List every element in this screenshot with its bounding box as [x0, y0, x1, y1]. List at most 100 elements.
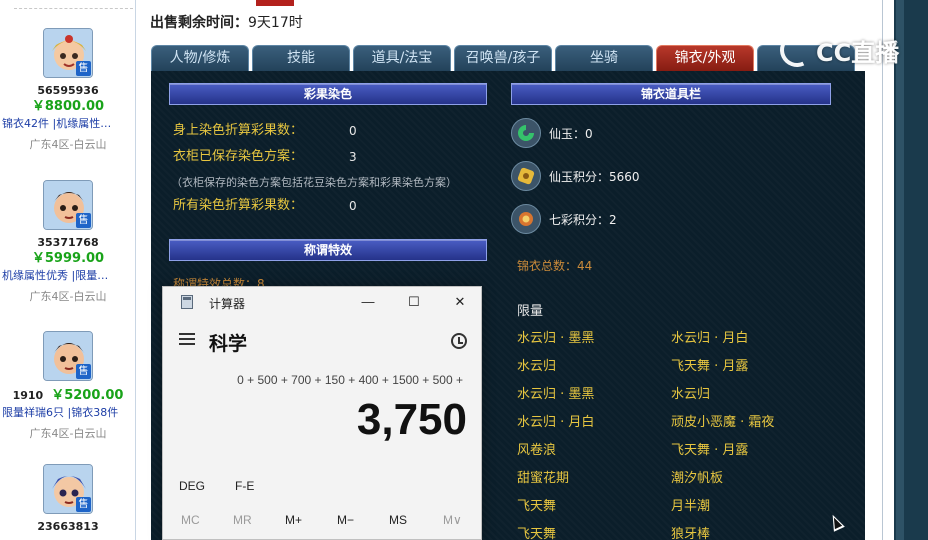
costume-item[interactable]: 水云归	[517, 357, 556, 377]
sale-timer: 出售剩余时间：9天17时	[150, 12, 303, 32]
listing-item[interactable]: 售 23663813	[0, 464, 136, 534]
costume-item[interactable]: 狼牙棒	[671, 525, 710, 540]
dye-section-header: 彩果染色	[169, 83, 487, 105]
listing-server: 广东4区-白云山	[29, 138, 107, 151]
close-button[interactable]: ✕	[437, 291, 483, 313]
dye-stat-label: 衣柜已保存染色方案：	[173, 149, 304, 164]
memory-add-button[interactable]: M+	[285, 513, 302, 527]
sell-badge: 售	[76, 364, 91, 379]
dye-stat-value: 0	[349, 199, 357, 213]
scroll-gutter	[882, 0, 894, 540]
fe-button[interactable]: F-E	[235, 479, 254, 493]
costume-item[interactable]: 飞天舞 · 月露	[671, 357, 748, 377]
costume-item[interactable]: 飞天舞	[517, 525, 556, 540]
tab-items[interactable]: 道具/法宝	[353, 45, 451, 71]
status-chip	[256, 0, 294, 6]
tab-costumes[interactable]: 锦衣/外观	[656, 45, 754, 71]
calculator-mode: 科学	[209, 334, 248, 355]
sell-badge: 售	[76, 213, 91, 228]
calculator-result: 3,750	[356, 395, 467, 444]
sell-badge: 售	[76, 61, 91, 76]
sale-timer-value: 9天17时	[248, 15, 303, 31]
listing-price: ￥5999.00	[31, 251, 105, 266]
costume-item[interactable]: 飞天舞	[517, 497, 556, 517]
calculator-titlebar[interactable]: 计算器 — ☐ ✕	[163, 287, 481, 317]
tab-mounts[interactable]: 坐骑	[555, 45, 653, 71]
avatar[interactable]: 售	[43, 28, 93, 78]
costume-item[interactable]: 水云归 · 月白	[517, 413, 594, 433]
jade-points-text: 仙玉积分：5660	[549, 169, 640, 184]
hamburger-menu-icon[interactable]	[179, 333, 195, 345]
calculator-app-icon	[181, 295, 193, 309]
listing-tags[interactable]: 限量祥瑞6只 |锦衣38件	[0, 405, 136, 420]
listing-id: 23663813	[37, 520, 99, 533]
costume-item[interactable]: 月半潮	[671, 497, 710, 517]
costume-total: 锦衣总数：44	[517, 259, 593, 273]
avatar[interactable]: 售	[43, 331, 93, 381]
avatar[interactable]: 售	[43, 180, 93, 230]
costume-item[interactable]: 水云归 · 墨黑	[517, 385, 594, 405]
costume-item[interactable]: 水云归 · 墨黑	[517, 329, 594, 349]
dye-stat-label: 身上染色折算彩果数：	[173, 123, 304, 138]
jade-text: 仙玉：0	[549, 126, 593, 141]
listing-price: ￥5200.00	[51, 388, 124, 403]
listing-item[interactable]: 售 56595936 ￥8800.00 锦衣42件 |机缘属性… 广东4区-白云…	[0, 28, 136, 153]
costume-item[interactable]: 水云归	[671, 385, 710, 405]
jade-icon	[511, 118, 541, 148]
deg-button[interactable]: DEG	[179, 479, 205, 493]
cc-logo-icon	[775, 28, 819, 72]
jade-points-row: 仙玉积分：5660	[511, 160, 640, 192]
memory-list-button[interactable]: M∨	[443, 513, 462, 527]
costume-item[interactable]: 飞天舞 · 月露	[671, 441, 748, 461]
memory-recall-button[interactable]: MR	[233, 513, 252, 527]
tab-pets[interactable]: 召唤兽/孩子	[454, 45, 552, 71]
jade-points-icon	[511, 161, 541, 191]
listing-item[interactable]: 售 35371768 ￥5999.00 机缘属性优秀 |限量… 广东4区-白云山	[0, 180, 136, 305]
cc-live-logo: CC直播	[775, 28, 900, 72]
tab-skills[interactable]: 技能	[252, 45, 350, 71]
listing-item[interactable]: 售 1910 ￥5200.00 限量祥瑞6只 |锦衣38件 广东4区-白云山	[0, 331, 136, 442]
costume-item[interactable]: 风卷浪	[517, 441, 556, 461]
listing-id: 56595936	[37, 84, 99, 97]
dye-stat-value: 0	[349, 124, 357, 138]
detail-tabs: 人物/修炼 技能 道具/法宝 召唤兽/孩子 坐骑 锦衣/外观	[151, 45, 855, 71]
background-pole	[896, 0, 904, 540]
listing-server: 广东4区-白云山	[29, 290, 107, 303]
listing-tags[interactable]: 机缘属性优秀 |限量…	[0, 268, 136, 283]
maximize-button[interactable]: ☐	[391, 291, 437, 313]
dye-stat-value: 3	[349, 150, 357, 164]
listing-sidebar: 售 56595936 ￥8800.00 锦衣42件 |机缘属性… 广东4区-白云…	[0, 0, 136, 540]
costume-item[interactable]: 潮汐帆板	[671, 469, 723, 489]
limited-label: 限量	[517, 304, 544, 319]
right-edge	[882, 0, 928, 540]
listing-id: 35371768	[37, 236, 99, 249]
listing-tags[interactable]: 锦衣42件 |机缘属性…	[0, 116, 136, 131]
jade-row: 仙玉：0	[511, 117, 593, 149]
tab-character[interactable]: 人物/修炼	[151, 45, 249, 71]
rainbow-points-icon	[511, 204, 541, 234]
costume-item[interactable]: 顽皮小恶魔 · 霜夜	[671, 413, 774, 433]
minimize-button[interactable]: —	[345, 291, 391, 313]
sale-timer-label: 出售剩余时间：	[150, 15, 248, 31]
sell-badge: 售	[76, 497, 91, 512]
avatar[interactable]: 售	[43, 464, 93, 514]
memory-clear-button[interactable]: MC	[181, 513, 200, 527]
listing-server: 广东4区-白云山	[29, 427, 107, 440]
costume-item[interactable]: 甜蜜花期	[517, 469, 569, 489]
calculator-window[interactable]: 计算器 — ☐ ✕ 科学 0 + 500 + 700 + 150 + 400 +…	[162, 286, 482, 540]
dye-stat-label: 所有染色折算彩果数：	[173, 198, 304, 213]
memory-store-button[interactable]: MS	[389, 513, 407, 527]
listing-price: ￥8800.00	[31, 99, 105, 114]
divider	[14, 8, 133, 9]
listing-id: 1910	[12, 389, 44, 402]
calculator-expression: 0 + 500 + 700 + 150 + 400 + 1500 + 500 +	[237, 373, 463, 387]
calculator-title: 计算器	[209, 297, 246, 311]
costume-item[interactable]: 水云归 · 月白	[671, 329, 748, 349]
memory-subtract-button[interactable]: M−	[337, 513, 354, 527]
costume-items-header: 锦衣道具栏	[511, 83, 831, 105]
dye-note: （衣柜保存的染色方案包括花豆染色方案和彩果染色方案）	[171, 176, 457, 189]
cc-logo-text: CC直播	[816, 38, 900, 67]
rainbow-points-text: 七彩积分：2	[549, 212, 617, 227]
history-icon[interactable]	[451, 333, 467, 349]
rainbow-points-row: 七彩积分：2	[511, 203, 617, 235]
